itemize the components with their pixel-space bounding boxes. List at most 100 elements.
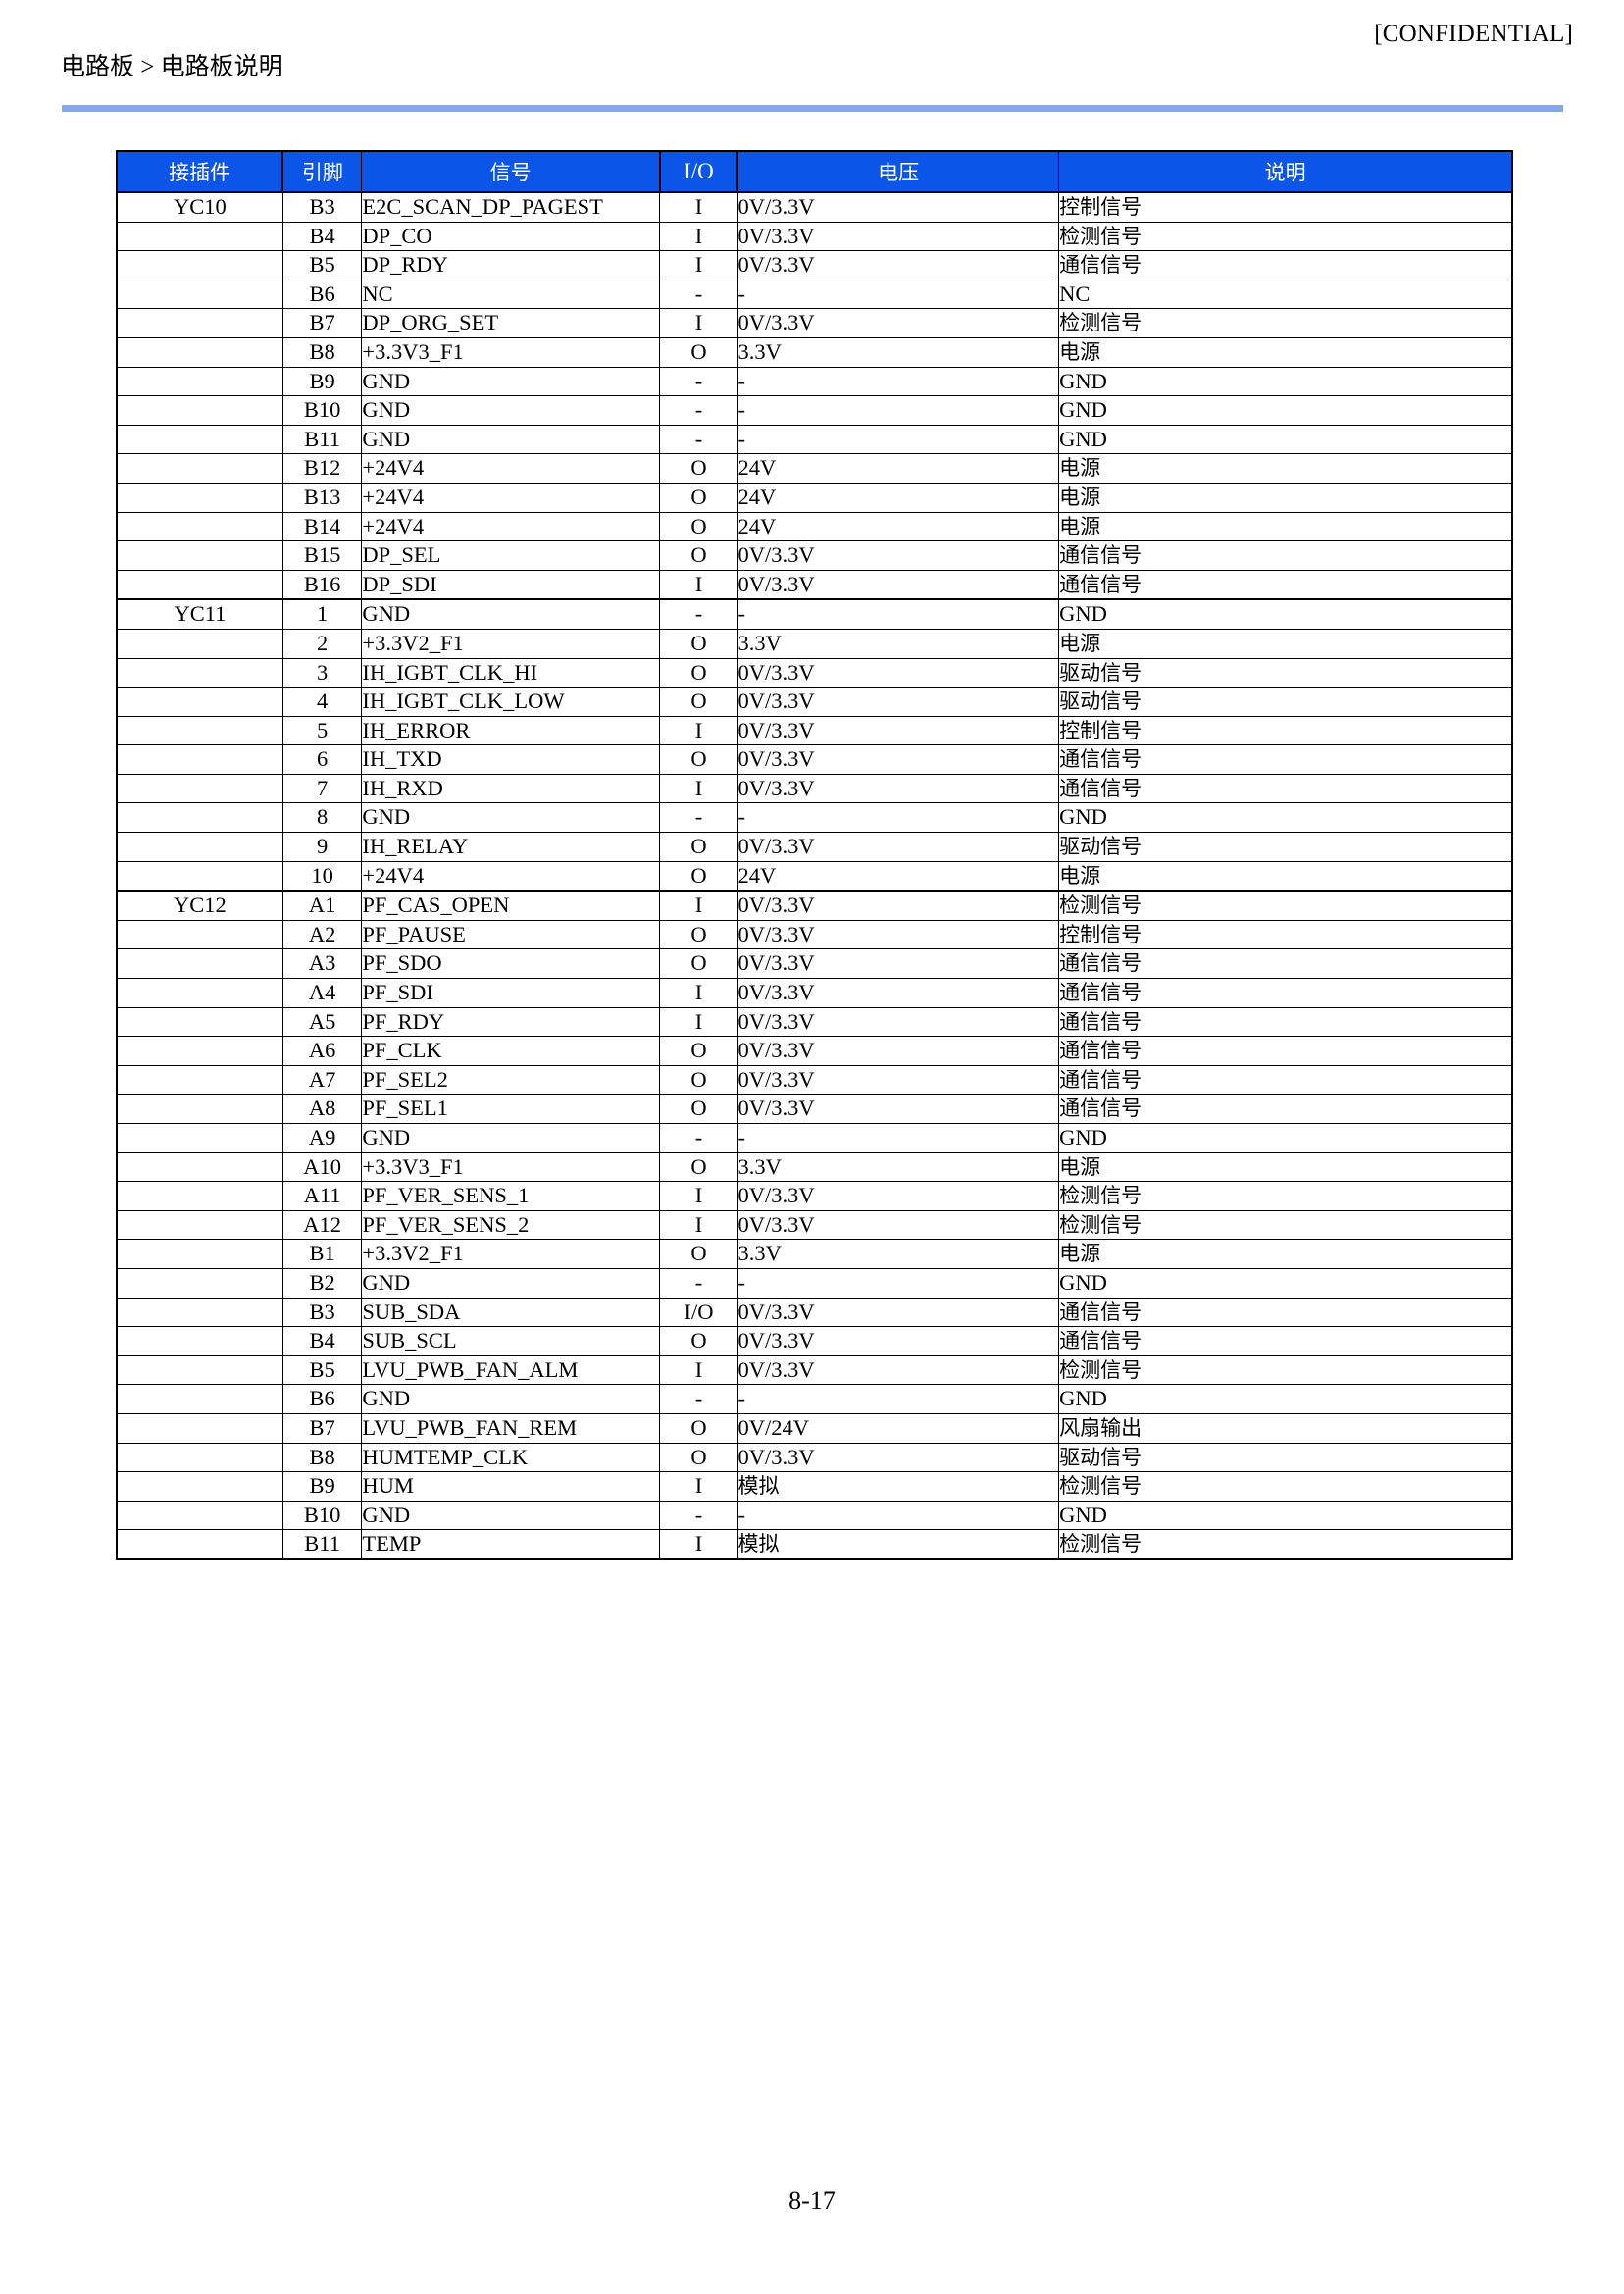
table-row: A10 +3.3V3_F1 O 3.3V 电源 [116,1151,1513,1183]
cell-voltage: 3.3V [736,1151,1060,1183]
cell-pin: 5 [281,715,363,746]
cell-description: 电源 [1058,860,1513,892]
cell-pin: A6 [281,1036,363,1066]
cell-io: O [659,1239,738,1269]
table-row: A3 PF_SDO O 0V/3.3V 通信信号 [116,948,1513,980]
cell-io: - [659,802,738,834]
cell-pin: 6 [281,744,363,775]
cell-voltage: 0V/3.3V [736,657,1060,688]
cell-signal: PF_SEL1 [361,1094,661,1124]
cell-voltage: 0V/3.3V [736,1354,1060,1386]
cell-connector [116,482,283,513]
cell-io: O [659,860,738,892]
table-row: A2 PF_PAUSE O 0V/3.3V 控制信号 [116,919,1513,950]
cell-signal: GND [361,424,661,455]
cell-io: I [659,1354,738,1386]
cell-connector [116,1471,283,1502]
cell-description: 通信信号 [1058,773,1513,804]
table-row: B10 GND - - GND [116,395,1513,426]
cell-description: 通信信号 [1058,1064,1513,1096]
cell-pin: B8 [281,336,363,368]
table-header-row: 接插件 引脚 信号 I/O 电压 说明 [116,150,1513,193]
cell-signal: IH_RXD [361,773,661,804]
cell-io: I [659,308,738,338]
cell-signal: +3.3V2_F1 [361,1239,661,1269]
cell-voltage: 0V/3.3V [736,773,1060,804]
cell-signal: HUM [361,1471,661,1502]
cell-voltage: 0V/3.3V [736,1442,1060,1473]
cell-io: I [659,1181,738,1211]
cell-description: 风扇输出 [1058,1412,1513,1444]
cell-signal: NC [361,279,661,310]
cell-description: 电源 [1058,1239,1513,1269]
cell-signal: PF_VER_SENS_2 [361,1209,661,1241]
cell-description: 通信信号 [1058,569,1513,600]
pinout-table: 接插件 引脚 信号 I/O 电压 说明 YC10 B3 E2C_SCAN_DP_PA… [116,150,1513,1560]
cell-voltage: - [736,1267,1060,1299]
cell-connector [116,687,283,717]
cell-voltage: 3.3V [736,628,1060,659]
cell-signal: +3.3V3_F1 [361,1151,661,1183]
cell-pin: B10 [281,395,363,426]
cell-io: I [659,221,738,252]
cell-pin: B14 [281,511,363,542]
cell-pin: 3 [281,657,363,688]
cell-pin: B9 [281,366,363,397]
cell-voltage: 模拟 [736,1471,1060,1502]
cell-io: O [659,540,738,571]
cell-io: O [659,628,738,659]
cell-connector [116,511,283,542]
cell-pin: A2 [281,919,363,950]
cell-connector [116,919,283,950]
cell-io: I [659,978,738,1008]
cell-pin: B10 [281,1500,363,1531]
cell-connector [116,1442,283,1473]
cell-io: O [659,482,738,513]
cell-connector [116,1209,283,1241]
cell-signal: +3.3V3_F1 [361,336,661,368]
cell-connector [116,1297,283,1328]
cell-voltage: - [736,424,1060,455]
cell-description: 通信信号 [1058,1297,1513,1328]
cell-description: 驱动信号 [1058,657,1513,688]
cell-voltage: 0V/3.3V [736,540,1060,571]
cell-description: GND [1058,1123,1513,1153]
cell-signal: PF_SDO [361,948,661,980]
cell-pin: B1 [281,1239,363,1269]
cell-io: I [659,715,738,746]
cell-connector [116,366,283,397]
cell-io: - [659,1123,738,1153]
cell-signal: GND [361,1123,661,1153]
cell-description: 通信信号 [1058,948,1513,980]
cell-pin: A4 [281,978,363,1008]
cell-description: 驱动信号 [1058,687,1513,717]
cell-pin: 2 [281,628,363,659]
cell-connector [116,860,283,892]
cell-io: I [659,890,738,921]
cell-voltage: 0V/3.3V [736,744,1060,775]
table-row: B9 HUM I 模拟 检测信号 [116,1471,1513,1502]
cell-io: O [659,1412,738,1444]
table-row: 6 IH_TXD O 0V/3.3V 通信信号 [116,744,1513,775]
cell-io: O [659,1442,738,1473]
cell-description: GND [1058,1500,1513,1531]
cell-signal: LVU_PWB_FAN_REM [361,1412,661,1444]
table-row: 4 IH_IGBT_CLK_LOW O 0V/3.3V 驱动信号 [116,687,1513,717]
cell-pin: A11 [281,1181,363,1211]
column-header-io: I/O [659,150,739,193]
cell-pin: B5 [281,250,363,280]
cell-description: GND [1058,598,1513,630]
table-row: 2 +3.3V2_F1 O 3.3V 电源 [116,628,1513,659]
cell-io: I [659,190,738,223]
cell-connector [116,978,283,1008]
cell-description: 驱动信号 [1058,1442,1513,1473]
cell-signal: IH_IGBT_CLK_HI [361,657,661,688]
cell-voltage: 0V/3.3V [736,308,1060,338]
cell-signal: DP_SDI [361,569,661,600]
cell-signal: HUMTEMP_CLK [361,1442,661,1473]
cell-voltage: - [736,395,1060,426]
cell-pin: B9 [281,1471,363,1502]
breadcrumb: 电路板 > 电路板说明 [61,54,283,80]
cell-signal: PF_SEL2 [361,1064,661,1096]
cell-description: 控制信号 [1058,190,1513,223]
